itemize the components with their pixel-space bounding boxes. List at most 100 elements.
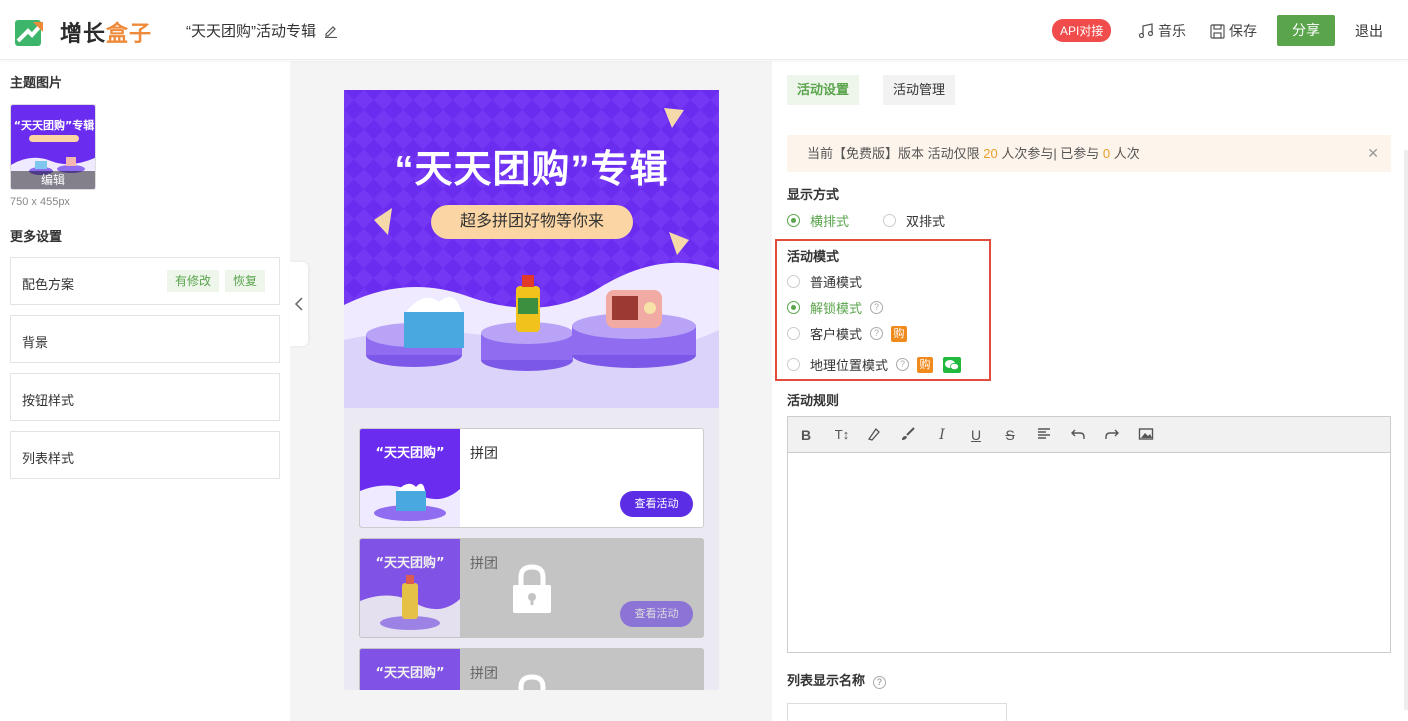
radio-dot — [787, 275, 800, 288]
setting-list-style[interactable]: 列表样式 — [10, 431, 280, 479]
setting-button-style-label: 按钮样式 — [22, 393, 75, 408]
logo[interactable]: 增长盒子 — [14, 16, 152, 48]
setting-color-scheme-label: 配色方案 — [22, 277, 75, 292]
scrollbar[interactable] — [1404, 150, 1408, 710]
wechat-icon — [943, 356, 962, 373]
card-thumbnail: “天天团购” — [360, 539, 460, 637]
music-button[interactable]: 音乐 — [1138, 21, 1186, 41]
logo-icon — [14, 17, 44, 47]
card-thumbnail: “天天团购” — [360, 429, 460, 527]
activity-card-locked[interactable]: “天天团购” 拼团 — [359, 648, 704, 690]
radio-double-row-label: 双排式 — [906, 214, 946, 229]
location-mode-label: 地理位置模式 — [810, 358, 889, 373]
card-title: 拼团 — [470, 445, 498, 461]
bold-icon[interactable]: B — [797, 426, 815, 444]
tab-activity-management[interactable]: 活动管理 — [883, 75, 956, 105]
activity-card-locked[interactable]: “天天团购” 拼团 查看活动 — [359, 538, 704, 638]
activity-rules-label: 活动规则 — [787, 393, 840, 408]
music-label: 音乐 — [1158, 23, 1186, 39]
top-header: 增长盒子 “天天团购”活动专辑 API对接 音乐 保存 分享 退出 — [0, 0, 1408, 60]
api-badge[interactable]: API对接 — [1052, 19, 1112, 42]
lock-icon — [513, 564, 551, 613]
tab-activity-settings[interactable]: 活动设置 — [787, 75, 860, 105]
share-button[interactable]: 分享 — [1277, 15, 1335, 46]
brush-icon[interactable] — [899, 426, 917, 444]
highlight-icon[interactable] — [865, 426, 883, 444]
purchase-badge-icon: 购 — [891, 325, 908, 342]
chevron-left-icon — [294, 297, 303, 311]
quit-button[interactable]: 退出 — [1355, 21, 1383, 41]
font-size-icon[interactable]: T↕ — [831, 426, 853, 444]
theme-image-title: 主题图片 — [10, 75, 63, 90]
view-activity-button[interactable]: 查看活动 — [620, 601, 693, 627]
purchase-badge-icon: 购 — [917, 356, 934, 373]
music-icon — [1138, 23, 1154, 39]
banner-title: “天天团购”专辑 — [394, 149, 669, 191]
help-icon[interactable]: ? — [870, 327, 884, 340]
undo-icon[interactable] — [1069, 426, 1087, 444]
normal-mode-label: 普通模式 — [810, 275, 863, 290]
activity-card[interactable]: “天天团购” 拼团 查看活动 — [359, 428, 704, 528]
radio-double-row[interactable]: 双排式 — [883, 211, 945, 230]
rules-editor[interactable]: B T↕ I U S — [787, 416, 1391, 653]
help-icon[interactable]: ? — [870, 301, 884, 314]
help-icon[interactable]: ? — [896, 358, 910, 371]
radio-location-mode[interactable]: 地理位置模式 ? 购 — [787, 355, 962, 374]
radio-unlock-mode[interactable]: 解锁模式 ? — [787, 298, 884, 317]
list-name-label: 列表显示名称? — [787, 670, 887, 689]
setting-list-style-label: 列表样式 — [22, 451, 75, 466]
list-name-label-text: 列表显示名称 — [787, 673, 866, 688]
activity-list: “天天团购” 拼团 查看活动 “天天团购” 拼团 查看活动 “天天团购” 拼团 — [344, 408, 719, 690]
restore-button[interactable]: 恢复 — [225, 270, 266, 292]
theme-image[interactable]: “天天团购”专辑 编辑 — [10, 104, 96, 190]
activity-mode-label: 活动模式 — [787, 249, 840, 264]
card-title: 拼团 — [470, 555, 498, 571]
card-thumb-title: “天天团购” — [375, 555, 444, 571]
radio-customer-mode[interactable]: 客户模式 ? 购 — [787, 324, 908, 343]
lock-icon — [518, 674, 546, 690]
italic-icon[interactable]: I — [933, 426, 951, 444]
edit-title-icon[interactable] — [324, 24, 338, 38]
logo-text-part2: 盒子 — [106, 21, 153, 46]
radio-normal-mode[interactable]: 普通模式 — [787, 272, 862, 291]
more-settings-title: 更多设置 — [10, 229, 63, 244]
setting-background-label: 背景 — [22, 335, 49, 350]
phone-preview: “天天团购”专辑 超多拼团好物等你来 “天天团购” 拼团 查看活动 “天天团购”… — [344, 90, 719, 690]
save-button[interactable]: 保存 — [1210, 21, 1257, 41]
notice-prefix: 当前【免费版】版本 活动仅限 — [807, 146, 984, 161]
editor-toolbar: B T↕ I U S — [788, 417, 1390, 453]
unlock-mode-label: 解锁模式 — [810, 301, 863, 316]
align-icon[interactable] — [1035, 426, 1053, 444]
version-notice: 当前【免费版】版本 活动仅限 20 人次参与| 已参与 0 人次 ✕ — [787, 135, 1391, 172]
banner-subtitle: 超多拼团好物等你来 — [431, 205, 633, 239]
notice-suffix: 人次 — [1110, 146, 1140, 161]
setting-button-style[interactable]: 按钮样式 — [10, 373, 280, 421]
radio-dot — [883, 214, 896, 227]
card-title: 拼团 — [470, 665, 498, 681]
view-activity-button[interactable]: 查看活动 — [620, 491, 693, 517]
doc-title: “天天团购”活动专辑 — [186, 20, 338, 41]
doc-title-text: “天天团购”活动专辑 — [186, 23, 316, 40]
card-thumb-title: “天天团购” — [375, 665, 444, 681]
strikethrough-icon[interactable]: S — [1001, 426, 1019, 444]
notice-middle: 人次参与| 已参与 — [997, 146, 1103, 161]
card-thumbnail: “天天团购” — [360, 649, 460, 690]
image-icon[interactable] — [1137, 426, 1155, 444]
underline-icon[interactable]: U — [967, 426, 985, 444]
notice-limit: 20 — [983, 146, 998, 161]
setting-color-scheme[interactable]: 配色方案 有修改 恢复 — [10, 257, 280, 305]
list-name-input[interactable] — [787, 703, 1007, 721]
theme-edit-button[interactable]: 编辑 — [11, 171, 95, 189]
svg-text:“天天团购”专辑: “天天团购”专辑 — [14, 118, 94, 132]
banner[interactable]: “天天团购”专辑 超多拼团好物等你来 — [344, 90, 719, 408]
setting-background[interactable]: 背景 — [10, 315, 280, 363]
radio-dot — [787, 214, 800, 227]
redo-icon[interactable] — [1103, 426, 1121, 444]
display-mode-label: 显示方式 — [787, 187, 840, 202]
collapse-panel-button[interactable] — [290, 262, 308, 346]
close-icon[interactable]: ✕ — [1367, 135, 1379, 172]
help-icon[interactable]: ? — [873, 676, 887, 689]
radio-horizontal[interactable]: 横排式 — [787, 211, 849, 230]
customer-mode-label: 客户模式 — [810, 327, 863, 342]
radio-dot — [787, 327, 800, 340]
